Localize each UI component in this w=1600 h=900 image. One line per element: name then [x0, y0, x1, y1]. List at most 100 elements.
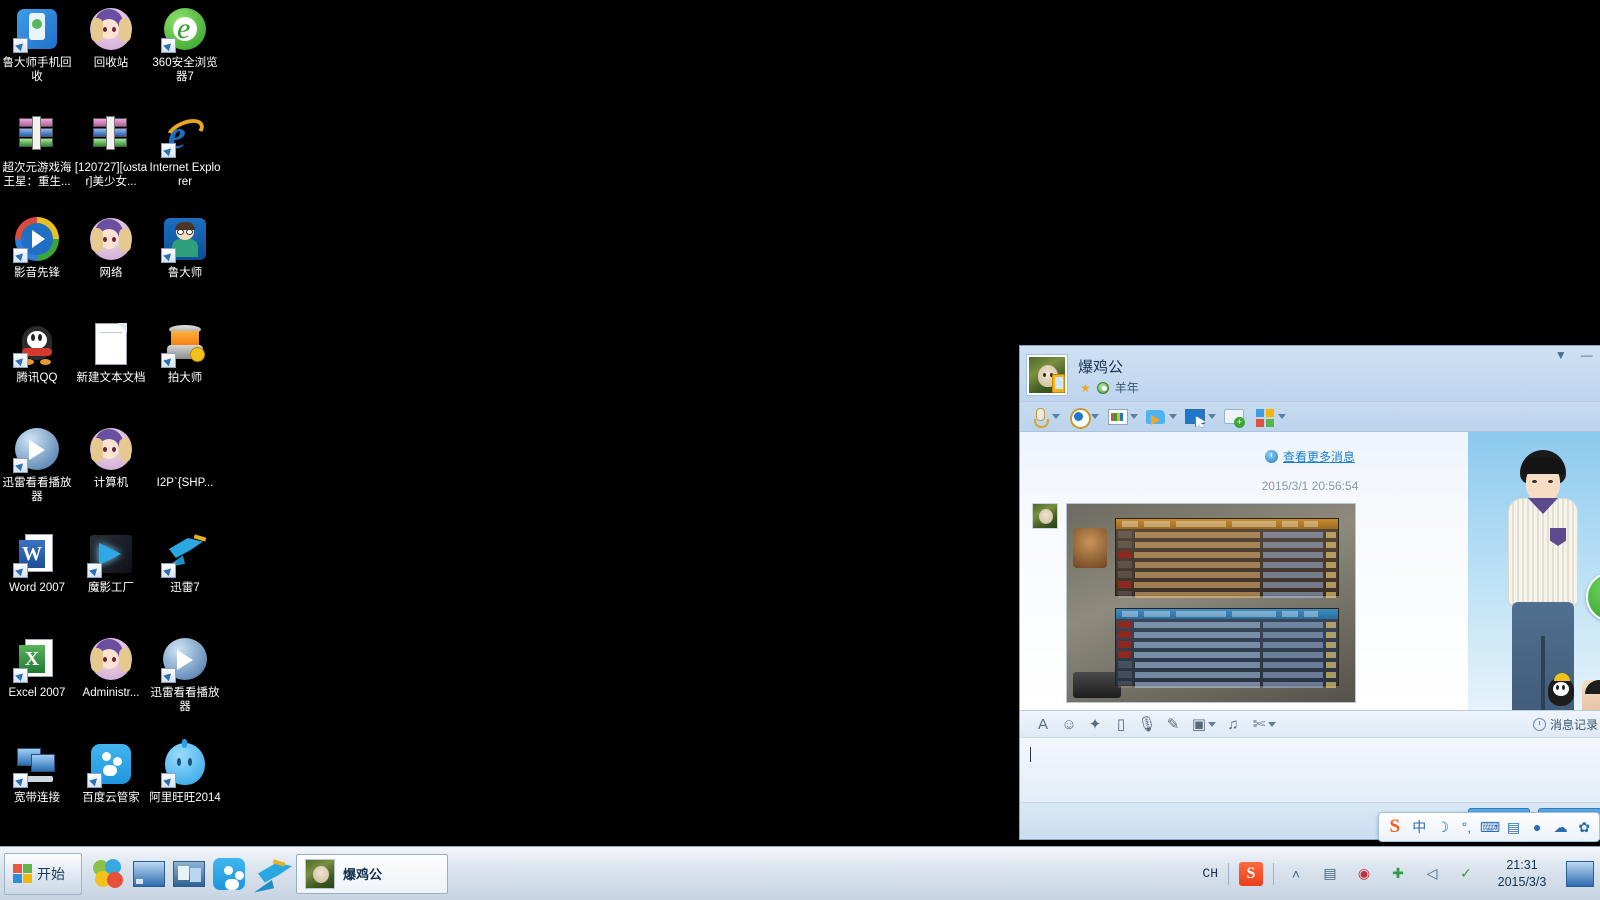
quick-launch-sogou-browser[interactable]: [92, 857, 126, 891]
input-voice-message-icon[interactable]: 🎙: [1134, 713, 1160, 735]
volume-icon[interactable]: ◁: [1420, 863, 1444, 885]
qq-toolbar-app-panel[interactable]: [1254, 407, 1286, 427]
quick-launch-baidu-cloud[interactable]: [212, 857, 246, 891]
tray-sogou-ime-icon[interactable]: S: [1239, 861, 1263, 886]
mic-icon[interactable]: [1028, 407, 1050, 428]
input-send-music-icon[interactable]: ♫: [1220, 713, 1246, 735]
desktop-icon[interactable]: e Internet Explorer: [148, 105, 222, 210]
window-controls[interactable]: ▼ — □: [1555, 348, 1600, 362]
ime-mode-chinese-button[interactable]: 中: [1409, 816, 1431, 838]
desktop-icon[interactable]: 网络: [74, 210, 148, 315]
contact-avatar[interactable]: [1026, 354, 1068, 396]
quick-launch-switch-window[interactable]: [172, 857, 206, 891]
desktop-icon[interactable]: 魔影工厂: [74, 525, 148, 630]
file-transfer-icon[interactable]: [1145, 407, 1167, 427]
minimize-button[interactable]: —: [1581, 348, 1593, 362]
tray-clock[interactable]: 21:31 2015/3/3: [1488, 857, 1556, 891]
ime-settings-icon[interactable]: ✿: [1573, 816, 1595, 838]
image-attachment[interactable]: [1066, 503, 1356, 703]
input-magic-expression-icon[interactable]: ✦: [1082, 713, 1108, 735]
apps-grid-icon[interactable]: [1254, 407, 1276, 427]
ime-soft-keyboard-icon[interactable]: ⌨: [1479, 816, 1501, 838]
input-shake-window-icon[interactable]: ▯: [1108, 713, 1134, 735]
quick-launch-bar[interactable]: [92, 857, 292, 893]
taskbar[interactable]: 开始 爆鸡公 CH S ˄ ▤ ◉ ✚ ◁ ✓ 21:31 2015/3/3: [0, 846, 1600, 900]
qq-toolbar-remote-assist[interactable]: [1184, 407, 1216, 427]
update-icon[interactable]: ✚: [1386, 863, 1410, 885]
qq-level-icon[interactable]: [1096, 381, 1109, 394]
camera-icon[interactable]: [1067, 407, 1091, 429]
input-font-style-icon[interactable]: A: [1030, 713, 1056, 735]
desktop-icon[interactable]: 腾讯QQ: [0, 315, 74, 420]
input-emoji-picker-icon[interactable]: ☺: [1056, 713, 1082, 735]
qq-toolbar-send-file[interactable]: [1145, 407, 1177, 427]
quick-launch-xunlei[interactable]: [252, 857, 292, 893]
desktop-icon[interactable]: 360安全浏览器7: [148, 0, 222, 105]
input-send-image-icon[interactable]: ▣: [1186, 713, 1212, 735]
chevron-down-icon[interactable]: [1278, 414, 1286, 419]
network-icon[interactable]: ▤: [1318, 863, 1342, 885]
show-hidden-icons-button[interactable]: ˄: [1284, 863, 1308, 885]
desktop-icon[interactable]: 迅雷7: [148, 525, 222, 630]
desktop-icon[interactable]: [120727][ωstar]美少女...: [74, 105, 148, 210]
desktop-icon[interactable]: 鲁大师: [148, 210, 222, 315]
qq-titlebar[interactable]: 爆鸡公 ★ 羊年 ▼ — □: [1020, 346, 1600, 402]
chevron-down-icon[interactable]: [1052, 414, 1060, 419]
sogou-logo-icon[interactable]: S: [1383, 816, 1407, 838]
sogou-ime-toolbar[interactable]: S 中 ☽ °, ⌨ ▤ ● ☁ ✿: [1378, 812, 1600, 842]
quick-launch-show-desktop[interactable]: [132, 857, 166, 891]
ime-toolbox-icon[interactable]: ▤: [1503, 816, 1525, 838]
message-sender-avatar[interactable]: [1032, 503, 1058, 529]
message-editor[interactable]: [1020, 738, 1600, 802]
message-history-button[interactable]: 消息记录: [1532, 716, 1600, 733]
desktop-icon[interactable]: 影音先锋: [0, 210, 74, 315]
ime-moon-icon[interactable]: ☽: [1432, 816, 1454, 838]
desktop-icon[interactable]: Administr...: [74, 630, 148, 735]
input-screen-capture-icon[interactable]: ✄: [1246, 713, 1272, 735]
system-tray[interactable]: CH S ˄ ▤ ◉ ✚ ◁ ✓ 21:31 2015/3/3: [1192, 847, 1600, 900]
desktop-icon[interactable]: I2P`{SHP...: [148, 420, 222, 525]
input-handwriting-icon[interactable]: ✎: [1160, 713, 1186, 735]
screen-icon[interactable]: [1106, 407, 1128, 427]
qq-toolbar-create-discussion[interactable]: [1223, 407, 1247, 428]
desktop-icon[interactable]: X Excel 2007: [0, 630, 74, 735]
qq-penguin-icon[interactable]: [1544, 673, 1578, 708]
qq-show-thumbnail[interactable]: [1582, 680, 1600, 710]
ime-skin-icon[interactable]: ☁: [1550, 816, 1572, 838]
desktop-icon[interactable]: 迅雷看看播放器: [148, 630, 222, 735]
chevron-down-icon[interactable]: [1130, 414, 1138, 419]
chevron-down-icon[interactable]: [1169, 414, 1177, 419]
qq-action-toolbar[interactable]: [1020, 402, 1600, 432]
chevron-down-icon[interactable]: [1091, 414, 1099, 419]
qq-toolbar-voice-call[interactable]: [1028, 407, 1060, 428]
start-button[interactable]: 开始: [4, 852, 82, 895]
security-icon[interactable]: ◉: [1352, 863, 1376, 885]
ime-user-icon[interactable]: ●: [1526, 816, 1548, 838]
desktop-icon[interactable]: 拍大师: [148, 315, 222, 420]
qq-toolbar-share-screen[interactable]: [1106, 407, 1138, 427]
tray-language-indicator[interactable]: CH: [1202, 866, 1218, 881]
desktop-icon[interactable]: 超次元游戏海王星：重生...: [0, 105, 74, 210]
desktop-icon[interactable]: 回收站: [74, 0, 148, 105]
qq-chat-window[interactable]: 爆鸡公 ★ 羊年 ▼ — □ 查看更多消息 2015/3/1 20:56:54: [1019, 345, 1600, 840]
chevron-down-icon[interactable]: [1208, 414, 1216, 419]
desktop-icon[interactable]: 百度云管家: [74, 735, 148, 840]
qq-show-panel[interactable]: 34: [1468, 432, 1600, 710]
desktop-icon[interactable]: 阿里旺旺2014: [148, 735, 222, 840]
taskbar-item-qq-chat[interactable]: 爆鸡公: [296, 853, 448, 894]
remote-desktop-icon[interactable]: [1184, 407, 1206, 427]
chat-add-icon[interactable]: [1223, 407, 1245, 428]
desktop-icon[interactable]: 计算机: [74, 420, 148, 525]
desktop-icon[interactable]: 迅雷看看播放器: [0, 420, 74, 525]
desktop-icon[interactable]: W Word 2007: [0, 525, 74, 630]
ime-punctuation-icon[interactable]: °,: [1456, 816, 1478, 838]
star-icon[interactable]: ★: [1080, 381, 1091, 395]
antivirus-icon[interactable]: ✓: [1454, 863, 1478, 885]
desktop-icon[interactable]: 新建文本文档: [74, 315, 148, 420]
desktop-icon[interactable]: 鲁大师手机回收: [0, 0, 74, 105]
desktop-icon[interactable]: 宽带连接: [0, 735, 74, 840]
show-desktop-button[interactable]: [1566, 860, 1594, 887]
qq-toolbar-video-call[interactable]: [1067, 407, 1099, 429]
load-more-link[interactable]: 查看更多消息: [1283, 450, 1355, 464]
window-menu-button[interactable]: ▼: [1555, 348, 1567, 362]
